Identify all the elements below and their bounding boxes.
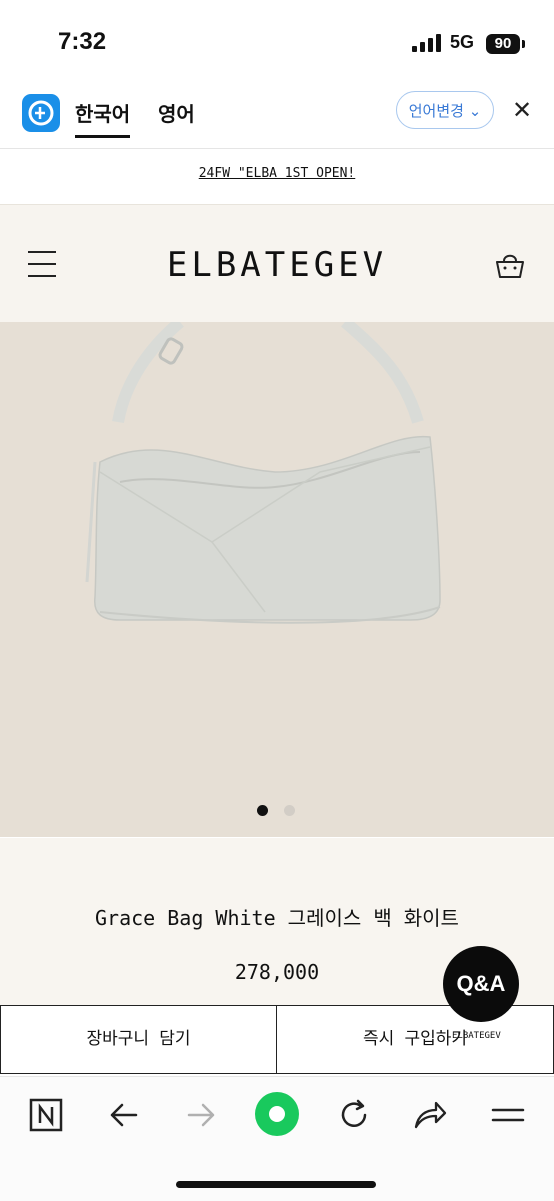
brand-logo[interactable]: ELBATEGEV — [0, 245, 554, 285]
buy-now-button[interactable]: 즉시 구입하기 — [276, 1005, 554, 1074]
naver-n-icon[interactable] — [28, 1097, 64, 1133]
qa-button[interactable]: Q&A — [443, 946, 519, 1022]
network-label: 5G — [450, 32, 475, 52]
browser-toolbar — [0, 1076, 554, 1201]
menu-lines-icon[interactable] — [490, 1097, 526, 1133]
bag-illustration — [85, 322, 441, 624]
language-change-label: 언어변경 — [408, 102, 464, 120]
translate-app-icon — [22, 94, 60, 132]
battery-tip — [522, 40, 525, 48]
signal-icon — [412, 34, 441, 52]
home-indicator — [176, 1181, 376, 1188]
close-icon[interactable]: ✕ — [512, 96, 532, 124]
add-to-cart-button[interactable]: 장바구니 담기 — [0, 1005, 277, 1074]
translate-bar: 한국어 영어 언어변경 ⌄ ✕ — [0, 80, 554, 149]
forward-arrow-icon[interactable] — [183, 1097, 219, 1133]
language-change-button[interactable]: 언어변경 ⌄ — [396, 91, 494, 129]
chevron-down-icon: ⌄ — [468, 102, 482, 120]
carousel-dot[interactable] — [284, 805, 295, 816]
refresh-icon[interactable] — [336, 1097, 372, 1133]
product-name: Grace Bag White 그레이스 백 화이트 — [95, 906, 459, 930]
status-time: 7:32 — [58, 28, 107, 55]
site-header: ELBATEGEV — [0, 205, 554, 322]
carousel-dot-active[interactable] — [257, 805, 268, 816]
shopping-bag-icon[interactable] — [494, 249, 526, 281]
tab-korean[interactable]: 한국어 — [75, 98, 131, 138]
tab-english[interactable]: 영어 — [158, 98, 195, 127]
green-home-icon[interactable] — [254, 1091, 300, 1137]
product-image-carousel[interactable] — [0, 322, 554, 837]
status-bar: 7:32 5G 90 — [0, 0, 554, 80]
back-arrow-icon[interactable] — [106, 1097, 142, 1133]
qa-caption: ELBATEGEV — [452, 1031, 501, 1041]
announcement-bar: 24FW "ELBA 1ST OPEN! — [0, 149, 554, 205]
announcement-link[interactable]: 24FW "ELBA 1ST OPEN! — [0, 166, 554, 181]
battery-icon: 90 — [486, 34, 520, 54]
share-icon[interactable] — [412, 1097, 448, 1133]
